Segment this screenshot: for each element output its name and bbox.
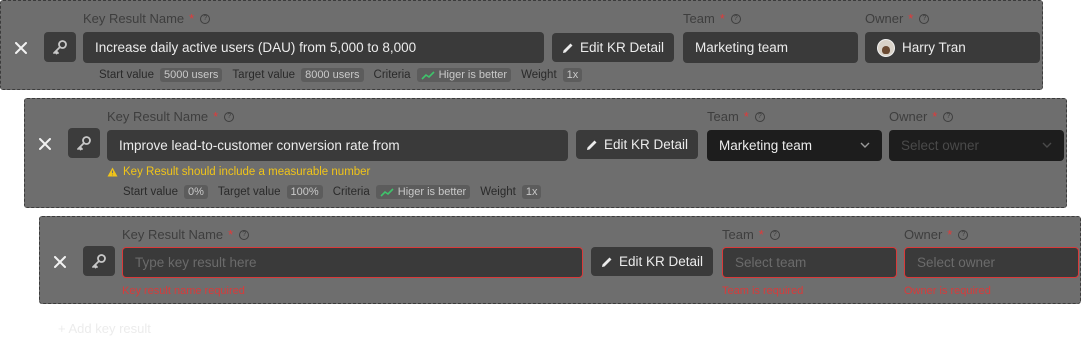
help-icon[interactable]: ? xyxy=(224,111,235,122)
warning-icon xyxy=(107,167,118,177)
team-select[interactable]: Marketing team xyxy=(683,32,858,63)
chevron-down-icon xyxy=(860,142,870,148)
criteria-chip[interactable]: Higer is better xyxy=(375,185,471,199)
key-result-card-1: Key Result Name *? Team *? Owner *? Increas… xyxy=(0,0,1043,90)
kr-name-error: Key result name required xyxy=(122,285,245,297)
weight-chip[interactable]: 1x xyxy=(521,185,542,199)
kr-meta-row: Start value 0% Target value 100% Criteria H… xyxy=(123,185,542,199)
key-button[interactable] xyxy=(83,246,115,276)
close-icon[interactable] xyxy=(53,255,67,269)
kr-name-input[interactable]: Type key result here xyxy=(122,247,583,278)
help-icon[interactable]: ? xyxy=(769,229,780,240)
kr-name-label: Key Result Name *? xyxy=(107,109,235,124)
chevron-down-icon xyxy=(1042,142,1052,148)
pencil-icon xyxy=(562,43,573,53)
key-result-card-2: Key Result Name *? Team *? Owner *? Improve… xyxy=(24,98,1067,208)
owner-error: Owner is required xyxy=(904,285,991,297)
edit-kr-detail-button[interactable]: Edit KR Detail xyxy=(591,247,713,276)
help-icon[interactable]: ? xyxy=(754,111,765,122)
help-icon[interactable]: ? xyxy=(239,229,250,240)
owner-select[interactable]: Select owner xyxy=(904,247,1079,278)
key-icon xyxy=(77,136,91,151)
key-icon xyxy=(53,40,67,55)
help-icon[interactable]: ? xyxy=(958,229,969,240)
target-value-chip[interactable]: 100% xyxy=(286,185,323,199)
kr-name-input[interactable]: Improve lead-to-customer conversion rate… xyxy=(107,130,568,161)
help-icon[interactable]: ? xyxy=(730,13,741,24)
key-button[interactable] xyxy=(68,128,100,158)
pencil-icon xyxy=(586,140,597,150)
kr-name-label: Key Result Name *? xyxy=(122,227,250,242)
team-select[interactable]: Select team xyxy=(722,247,897,278)
team-label: Team *? xyxy=(683,11,741,26)
target-value-chip[interactable]: 8000 users xyxy=(301,68,364,82)
start-value-chip[interactable]: 5000 users xyxy=(159,68,223,82)
kr-name-label: Key Result Name *? xyxy=(83,11,211,26)
help-icon[interactable]: ? xyxy=(919,13,930,24)
owner-label: Owner *? xyxy=(865,11,930,26)
owner-label: Owner *? xyxy=(889,109,954,124)
key-icon xyxy=(92,254,106,269)
pencil-icon xyxy=(601,257,612,267)
team-label: Team *? xyxy=(707,109,765,124)
add-key-result-button[interactable]: + Add key result xyxy=(58,321,151,336)
owner-label: Owner *? xyxy=(904,227,969,242)
owner-select[interactable]: Select owner xyxy=(889,130,1064,161)
close-icon[interactable] xyxy=(38,137,52,151)
kr-warning: Key Result should include a measurable n… xyxy=(107,166,370,178)
kr-meta-row: Start value 5000 users Target value 8000 u… xyxy=(99,68,583,82)
team-error: Team is required xyxy=(722,285,804,297)
weight-chip[interactable]: 1x xyxy=(562,68,583,82)
team-label: Team *? xyxy=(722,227,780,242)
trend-up-icon xyxy=(421,70,435,80)
edit-kr-detail-button[interactable]: Edit KR Detail xyxy=(576,130,698,159)
kr-name-input[interactable]: Increase daily active users (DAU) from 5… xyxy=(83,32,544,63)
trend-up-icon xyxy=(380,187,394,197)
avatar xyxy=(877,38,895,57)
help-icon[interactable]: ? xyxy=(943,111,954,122)
help-icon[interactable]: ? xyxy=(200,13,211,24)
criteria-chip[interactable]: Higer is better xyxy=(416,68,512,82)
close-icon[interactable] xyxy=(14,41,28,55)
start-value-chip[interactable]: 0% xyxy=(183,185,208,199)
team-select[interactable]: Marketing team xyxy=(707,130,882,161)
key-result-card-3: Key Result Name *? Team *? Owner *? Type ke… xyxy=(39,216,1081,304)
key-button[interactable] xyxy=(44,32,76,62)
owner-select[interactable]: Harry Tran xyxy=(865,32,1040,63)
edit-kr-detail-button[interactable]: Edit KR Detail xyxy=(552,33,674,62)
